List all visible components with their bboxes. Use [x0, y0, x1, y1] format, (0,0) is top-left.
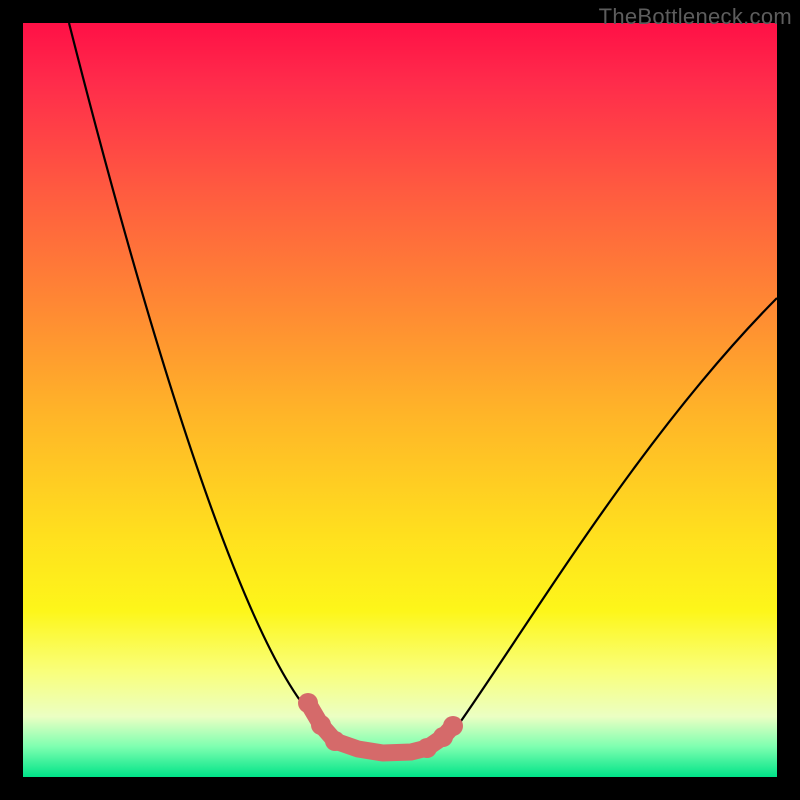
watermark-text: TheBottleneck.com: [599, 4, 792, 30]
bottleneck-curve-plot: [23, 23, 777, 777]
chart-frame: [23, 23, 777, 777]
highlight-dot: [298, 693, 318, 713]
highlight-dot: [443, 716, 463, 736]
highlight-dot: [311, 715, 331, 735]
curve-path: [69, 23, 777, 754]
highlight-dot: [325, 731, 345, 751]
